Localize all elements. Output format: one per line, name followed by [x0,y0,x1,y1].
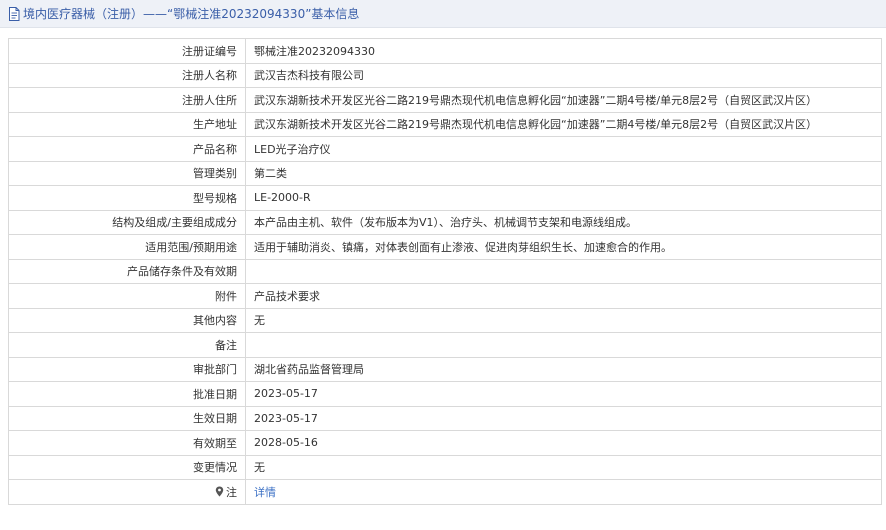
field-value-reg-no: 鄂械注准20232094330 [245,38,882,64]
table-row-production-address: 生产地址 武汉东湖新技术开发区光谷二路219号鼎杰现代机电信息孵化园“加速器”二期… [8,111,882,137]
field-value-change-status: 无 [245,454,882,480]
field-value-registrant-address: 武汉东湖新技术开发区光谷二路219号鼎杰现代机电信息孵化园“加速器”二期4号楼/… [245,87,882,113]
table-row-storage: 产品储存条件及有效期 [8,258,882,284]
page-title: 境内医疗器械（注册）——“鄂械注准20232094330”基本信息 [23,7,360,21]
field-label-management-class: 管理类别 [8,160,246,186]
field-label-reg-no: 注册证编号 [8,38,246,64]
field-value-scope: 适用于辅助消炎、镇痛，对体表创面有止渗液、促进肉芽组织生长、加速愈合的作用。 [245,234,882,260]
field-label-effective-date: 生效日期 [8,405,246,431]
field-label-change-status: 变更情况 [8,454,246,480]
field-value-remarks [245,332,882,358]
field-value-approval-dept: 湖北省药品监督管理局 [245,356,882,382]
field-label-approval-dept: 审批部门 [8,356,246,382]
field-value-approval-date: 2023-05-17 [245,381,882,407]
table-row-registrant-name: 注册人名称 武汉吉杰科技有限公司 [8,62,882,88]
field-label-scope: 适用范围/预期用途 [8,234,246,260]
table-row-model-spec: 型号规格 LE-2000-R [8,185,882,211]
table-row-other: 其他内容无 [8,307,882,333]
field-label-structure: 结构及组成/主要组成成分 [8,209,246,235]
table-row-reg-no: 注册证编号 鄂械注准20232094330 [8,38,882,64]
field-label-remarks: 备注 [8,332,246,358]
field-label-registrant-name: 注册人名称 [8,62,246,88]
field-label-storage: 产品储存条件及有效期 [8,258,246,284]
note-label: 注 [226,485,237,499]
field-value-note: 详情 [245,479,882,505]
field-value-expiry-date: 2028-05-16 [245,430,882,456]
field-label-other: 其他内容 [8,307,246,333]
document-icon [9,6,20,21]
table-row-registrant-address: 注册人住所 武汉东湖新技术开发区光谷二路219号鼎杰现代机电信息孵化园“加速器”二… [8,87,882,113]
table-row-note: 注 详情 [8,479,882,505]
table-row-expiry-date: 有效期至 2028-05-16 [8,430,882,456]
table-row-approval-dept: 审批部门 湖北省药品监督管理局 [8,356,882,382]
table-row-change-status: 变更情况无 [8,454,882,480]
table-row-scope: 适用范围/预期用途 适用于辅助消炎、镇痛，对体表创面有止渗液、促进肉芽组织生长、加… [8,234,882,260]
field-label-expiry-date: 有效期至 [8,430,246,456]
table-row-approval-date: 批准日期 2023-05-17 [8,381,882,407]
field-value-registrant-name: 武汉吉杰科技有限公司 [245,62,882,88]
detail-link[interactable]: 详情 [254,486,276,499]
field-label-production-address: 生产地址 [8,111,246,137]
table-row-effective-date: 生效日期 2023-05-17 [8,405,882,431]
field-value-model-spec: LE-2000-R [245,185,882,211]
info-table-body: 注册证编号 鄂械注准20232094330 注册人名称 武汉吉杰科技有限公司 注册人住所… [8,38,882,505]
field-value-management-class: 第二类 [245,160,882,186]
table-row-structure: 结构及组成/主要组成成分 本产品由主机、软件（发布版本为V1）、治疗头、机械调节支… [8,209,882,235]
field-value-other: 无 [245,307,882,333]
field-label-registrant-address: 注册人住所 [8,87,246,113]
table-row-remarks: 备注 [8,332,882,358]
field-label-product-name: 产品名称 [8,136,246,162]
pin-icon [215,486,224,497]
field-value-product-name: LED光子治疗仪 [245,136,882,162]
page-header: 境内医疗器械（注册）——“鄂械注准20232094330”基本信息 [0,0,886,28]
field-value-structure: 本产品由主机、软件（发布版本为V1）、治疗头、机械调节支架和电源线组成。 [245,209,882,235]
info-table: 注册证编号 鄂械注准20232094330 注册人名称 武汉吉杰科技有限公司 注册人住所… [8,38,882,505]
table-row-product-name: 产品名称 LED光子治疗仪 [8,136,882,162]
field-value-storage [245,258,882,284]
field-label-model-spec: 型号规格 [8,185,246,211]
field-label-note: 注 [8,479,246,505]
field-value-effective-date: 2023-05-17 [245,405,882,431]
field-label-attachment: 附件 [8,283,246,309]
table-row-attachment: 附件 产品技术要求 [8,283,882,309]
field-value-attachment: 产品技术要求 [245,283,882,309]
table-row-management-class: 管理类别 第二类 [8,160,882,186]
field-value-production-address: 武汉东湖新技术开发区光谷二路219号鼎杰现代机电信息孵化园“加速器”二期4号楼/… [245,111,882,137]
field-label-approval-date: 批准日期 [8,381,246,407]
